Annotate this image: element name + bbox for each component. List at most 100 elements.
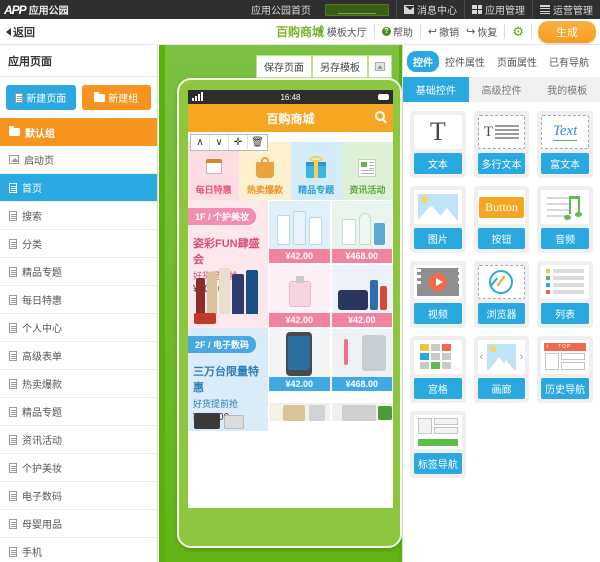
tab-widgets[interactable]: 控件 bbox=[407, 51, 439, 72]
product-image bbox=[269, 329, 330, 377]
delete-icon[interactable]: 🗑 bbox=[248, 135, 267, 150]
topnav-items: 应用公园首页 消息中心 应用管理 运营管理 bbox=[244, 0, 600, 19]
widget-multiline-text[interactable]: T 多行文本 bbox=[473, 111, 530, 178]
sidebar-item-home[interactable]: 首页 bbox=[0, 174, 157, 202]
undo-arrow-icon[interactable]: ↩ bbox=[428, 25, 437, 38]
subtab-advanced[interactable]: 高级控件 bbox=[469, 77, 535, 102]
grid-icon bbox=[472, 5, 482, 14]
widget-tab-nav[interactable]: 标签导航 bbox=[410, 411, 466, 478]
brand-logo[interactable]: APP 应用公园 bbox=[0, 2, 69, 18]
rich-text-icon: Text bbox=[541, 115, 589, 149]
product-tile[interactable]: ¥468.00 bbox=[330, 328, 393, 392]
present-icon bbox=[303, 155, 329, 181]
widget-grid-cells[interactable]: 宫格 bbox=[410, 336, 466, 403]
product-image bbox=[331, 265, 392, 313]
sidebar-item-label: 手机 bbox=[22, 548, 42, 559]
sidebar-item-profile[interactable]: 个人中心 bbox=[0, 314, 157, 342]
topnav-item-messages[interactable]: 消息中心 bbox=[396, 0, 464, 19]
sidebar-item-splash[interactable]: 启动页 bbox=[0, 146, 157, 174]
widget-browser[interactable]: 浏览器 bbox=[473, 261, 530, 328]
grid-cells-icon bbox=[414, 340, 462, 374]
product-tile[interactable]: ¥42.00 bbox=[330, 264, 393, 328]
back-button[interactable]: 返回 bbox=[0, 24, 35, 40]
list-rows-icon bbox=[541, 265, 589, 299]
list-icon bbox=[540, 5, 550, 14]
subtab-my-templates[interactable]: 我的模板 bbox=[534, 77, 600, 102]
product-tile[interactable] bbox=[330, 401, 393, 422]
move-up-icon[interactable]: ∧ bbox=[191, 135, 210, 150]
sidebar-item-feature-topic[interactable]: 精品专题 bbox=[0, 258, 157, 286]
sidebar-item-category[interactable]: 分类 bbox=[0, 230, 157, 258]
document-icon bbox=[9, 266, 17, 277]
category-tile-news[interactable]: 资讯活动 bbox=[341, 142, 393, 200]
undo-redo-group: ↩ 撤销 ↪ 恢复 bbox=[421, 24, 506, 39]
sidebar-item-hot-sale[interactable]: 热卖爆款 bbox=[0, 370, 157, 398]
product-image bbox=[331, 329, 392, 377]
gallery-carousel-icon: ‹ › bbox=[477, 340, 526, 374]
redo-arrow-icon[interactable]: ↪ bbox=[466, 25, 475, 38]
widget-image[interactable]: 图片 bbox=[410, 186, 466, 253]
sidebar-item-news-activity[interactable]: 资讯活动 bbox=[0, 426, 157, 454]
settings-button[interactable]: ⚙ bbox=[505, 24, 532, 39]
sidebar-item-advanced-form[interactable]: 高级表单 bbox=[0, 342, 157, 370]
widget-gallery[interactable]: ‹ › 画廊 bbox=[473, 336, 530, 403]
widget-rich-text[interactable]: Text 富文本 bbox=[537, 111, 593, 178]
widget-history-nav[interactable]: ‹ TOP 历史导航 bbox=[537, 336, 593, 403]
widget-video[interactable]: 视频 bbox=[410, 261, 466, 328]
sidebar-item-phone[interactable]: 手机 bbox=[0, 538, 157, 562]
browser-compass-icon bbox=[477, 265, 526, 299]
search-input[interactable] bbox=[325, 3, 389, 16]
document-icon bbox=[9, 238, 17, 249]
sidebar-item-search[interactable]: 搜索 bbox=[0, 202, 157, 230]
sidebar-item-feature-topic-2[interactable]: 精品专题 bbox=[0, 398, 157, 426]
widget-list[interactable]: 列表 bbox=[537, 261, 593, 328]
sidebar-item-electronics[interactable]: 电子数码 bbox=[0, 482, 157, 510]
document-icon bbox=[15, 92, 24, 103]
sidebar-item-beauty[interactable]: 个护美妆 bbox=[0, 454, 157, 482]
save-template-button[interactable]: 另存模板 bbox=[312, 55, 368, 78]
help-button[interactable]: ? 帮助 bbox=[375, 24, 421, 39]
app-title-text: 百购商城 bbox=[266, 111, 315, 126]
template-hall-button[interactable]: ★ 模板大厅 bbox=[309, 24, 375, 39]
widget-label: 富文本 bbox=[541, 153, 589, 174]
sidebar-group-default[interactable]: 默认组 bbox=[0, 118, 157, 146]
generate-button[interactable]: 生成 bbox=[538, 20, 596, 43]
widget-text[interactable]: T 文本 bbox=[410, 111, 466, 178]
product-tile[interactable] bbox=[268, 401, 331, 422]
widget-button[interactable]: Button 按钮 bbox=[473, 186, 530, 253]
floor-tag: 2F / 电子数码 bbox=[188, 336, 257, 353]
move-down-icon[interactable]: ∨ bbox=[210, 135, 229, 150]
topnav-item-app-manage[interactable]: 应用管理 bbox=[464, 0, 532, 19]
sidebar-item-baby[interactable]: 母婴用品 bbox=[0, 510, 157, 538]
product-price: ¥42.00 bbox=[269, 377, 330, 391]
sidebar-item-label: 分类 bbox=[22, 240, 42, 251]
tab-page-props[interactable]: 页面属性 bbox=[491, 51, 543, 72]
phone-content[interactable]: ∧ ∨ ✛ 🗑 每日特惠 热卖爆款 精品专题 资讯活动 1F / 个护美妆 姿彩… bbox=[188, 132, 393, 508]
preview-button[interactable] bbox=[368, 55, 392, 78]
document-icon bbox=[9, 462, 17, 473]
search-icon[interactable] bbox=[375, 111, 385, 121]
widget-label: 按钮 bbox=[477, 228, 526, 249]
topnav-item-ops-manage[interactable]: 运营管理 bbox=[532, 0, 600, 19]
save-page-button[interactable]: 保存页面 bbox=[256, 55, 312, 78]
new-page-button[interactable]: 新建页面 bbox=[6, 85, 76, 110]
topnav-item-home[interactable]: 应用公园首页 bbox=[244, 0, 318, 19]
product-tile[interactable]: ¥42.00 bbox=[268, 264, 331, 328]
tab-widget-props[interactable]: 控件属性 bbox=[439, 51, 491, 72]
product-tile[interactable]: ¥42.00 bbox=[268, 200, 331, 264]
product-tile[interactable]: ¥42.00 bbox=[268, 328, 331, 392]
new-group-button[interactable]: 新建组 bbox=[81, 85, 151, 110]
undo-label[interactable]: 撤销 bbox=[439, 24, 459, 39]
subtab-basic[interactable]: 基础控件 bbox=[403, 77, 469, 102]
category-tile-feature-topic[interactable]: 精品专题 bbox=[290, 142, 342, 200]
document-icon bbox=[9, 406, 17, 417]
product-tile[interactable]: ¥468.00 bbox=[330, 200, 393, 264]
sidebar-item-daily-deal[interactable]: 每日特惠 bbox=[0, 286, 157, 314]
sidebar-item-label: 个护美妆 bbox=[22, 464, 62, 475]
category-label: 每日特惠 bbox=[195, 185, 232, 195]
redo-label[interactable]: 恢复 bbox=[477, 24, 497, 39]
add-icon[interactable]: ✛ bbox=[229, 135, 248, 150]
widget-audio[interactable]: 音频 bbox=[537, 186, 593, 253]
tab-existing-nav[interactable]: 已有导航 bbox=[543, 51, 595, 72]
floor-tag: 1F / 个护美妆 bbox=[188, 208, 257, 225]
